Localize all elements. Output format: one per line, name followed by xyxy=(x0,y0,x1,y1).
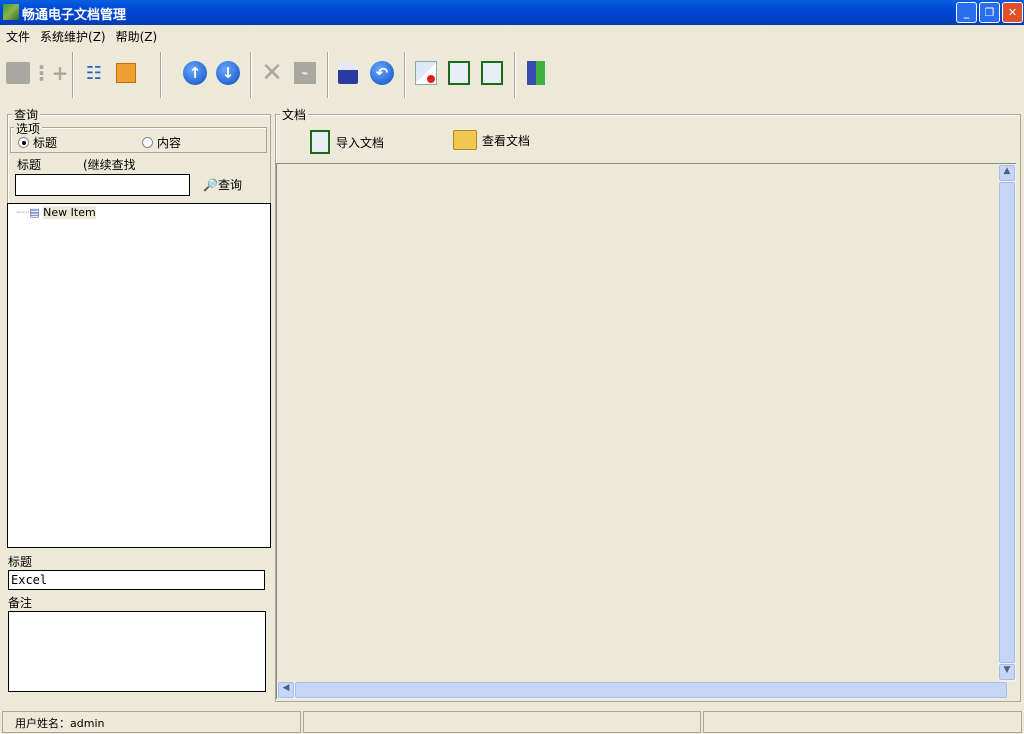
tree-align-icon[interactable]: ☷ xyxy=(80,58,108,88)
app-icon xyxy=(3,4,19,20)
radio-content-label: 内容 xyxy=(157,136,182,150)
close-button[interactable]: ✕ xyxy=(1002,2,1023,23)
continue-search-label: (继续查找 F xyxy=(83,158,135,172)
status-cell-2 xyxy=(303,711,701,733)
import-document-label: 导入文档 xyxy=(336,135,385,150)
radio-title-label: 标题 xyxy=(33,136,58,150)
export-doc-icon[interactable] xyxy=(478,58,506,88)
documents-group-label: 文档 xyxy=(280,106,309,123)
radio-title[interactable]: 标题 xyxy=(18,134,57,151)
title-bar: 畅通电子文档管理 _ ❐ ✕ xyxy=(0,0,1024,25)
document-icon: ▤ xyxy=(29,206,40,219)
radio-content-button[interactable] xyxy=(142,137,153,148)
document-viewer[interactable]: ▲ ▼ ◀ xyxy=(276,163,1016,699)
menu-maintenance[interactable]: 系统维护(Z) xyxy=(40,30,106,44)
exit-door-icon[interactable] xyxy=(522,58,550,88)
scroll-down-button[interactable]: ▼ xyxy=(999,664,1015,680)
up-arrow-icon[interactable]: ↑ xyxy=(181,58,209,88)
window-title: 畅通电子文档管理 xyxy=(22,8,127,23)
search-button-label: 查询 xyxy=(217,178,242,192)
import-document-button[interactable]: 导入文档 xyxy=(310,130,384,154)
status-user: 用户姓名：admin xyxy=(2,711,301,733)
tree-item[interactable]: ┈┈▤ New Item xyxy=(16,206,96,219)
folder-icon xyxy=(453,130,477,150)
add-child-icon[interactable]: ⋮+ xyxy=(32,58,69,88)
menu-help[interactable]: 帮助(Z) xyxy=(116,30,158,44)
view-document-button[interactable]: 查看文档 xyxy=(453,130,530,150)
horizontal-scrollbar[interactable]: ◀ xyxy=(277,682,1007,699)
status-cell-3 xyxy=(703,711,1022,733)
title-field[interactable] xyxy=(8,570,265,590)
import-doc-icon[interactable] xyxy=(445,58,473,88)
minimize-button[interactable]: _ xyxy=(956,2,977,23)
transfer-icon[interactable] xyxy=(412,58,440,88)
import-doc-icon xyxy=(310,130,330,154)
title-search-label: 标题 xyxy=(17,158,42,172)
menu-bar: 文件 系统维护(Z) 帮助(Z) xyxy=(0,28,161,46)
note-label: 备注 xyxy=(8,596,33,610)
save-icon[interactable] xyxy=(334,58,362,88)
search-button[interactable]: 🔎查询 xyxy=(203,176,242,193)
radio-title-button[interactable] xyxy=(18,137,29,148)
document-tree[interactable]: ┈┈▤ New Item xyxy=(7,203,271,548)
radio-content[interactable]: 内容 xyxy=(142,134,181,151)
view-document-label: 查看文档 xyxy=(482,133,531,148)
horizontal-scroll-thumb[interactable] xyxy=(295,682,1007,698)
menu-file[interactable]: 文件 xyxy=(6,30,30,44)
tree-item-label: New Item xyxy=(43,206,96,219)
scroll-left-button[interactable]: ◀ xyxy=(278,682,294,698)
magnifier-icon: 🔎 xyxy=(203,178,218,192)
add-node-icon[interactable] xyxy=(4,58,32,88)
restore-button[interactable]: ❐ xyxy=(979,2,1000,23)
note-field[interactable] xyxy=(8,611,266,692)
scroll-up-button[interactable]: ▲ xyxy=(999,165,1015,181)
vertical-scrollbar[interactable]: ▲ ▼ xyxy=(999,164,1016,682)
title-label: 标题 xyxy=(8,555,33,569)
search-input[interactable] xyxy=(15,174,190,196)
delete-icon[interactable]: ✕ xyxy=(258,58,286,88)
move-node-icon[interactable] xyxy=(112,58,140,88)
edit-icon[interactable]: ⌁ xyxy=(291,58,319,88)
down-arrow-icon[interactable]: ↓ xyxy=(214,58,242,88)
vertical-scroll-thumb[interactable] xyxy=(999,182,1015,663)
undo-icon[interactable]: ↶ xyxy=(368,58,396,88)
